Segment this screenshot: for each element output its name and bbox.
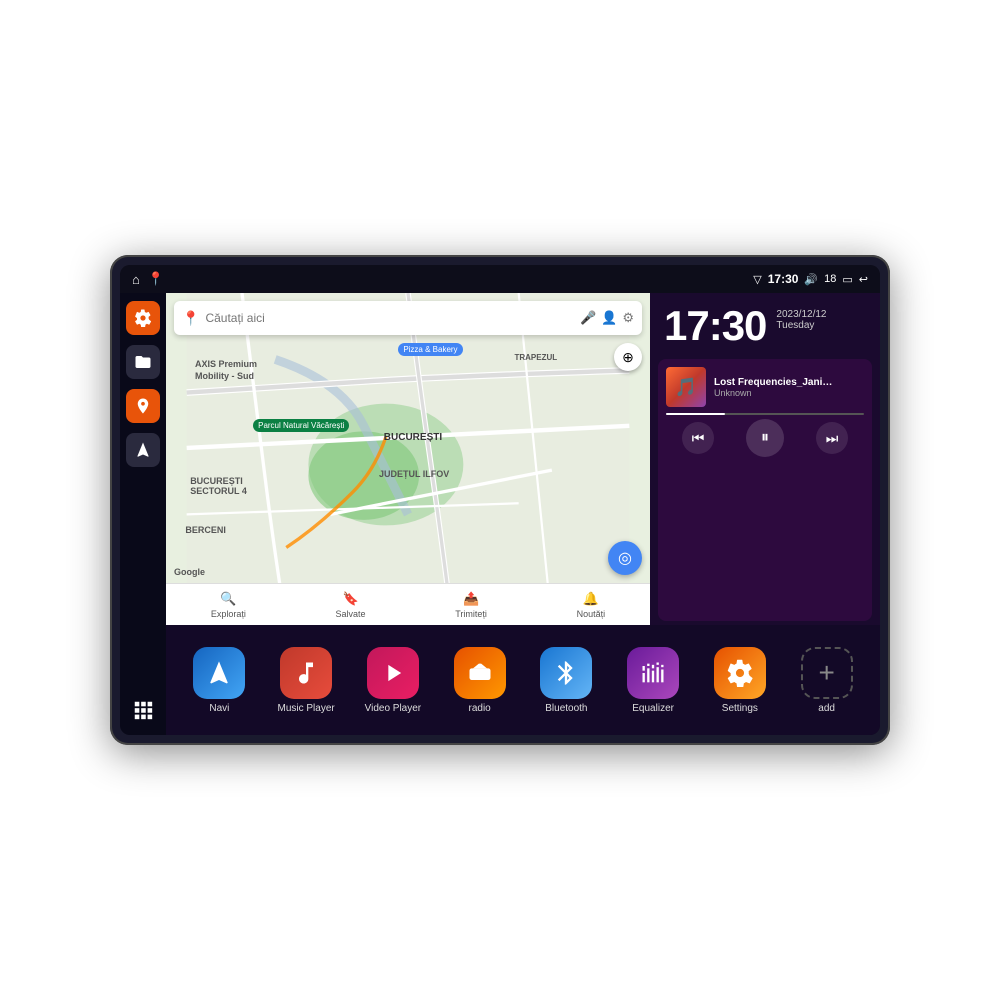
map-search-bar[interactable]: 📍 🎤 👤 ⚙ [174,301,642,335]
top-row: AXIS PremiumMobility - Sud BUCUREȘTISECT… [166,293,880,625]
prev-btn[interactable]: ⏮ [682,422,714,454]
music-progress-bar [666,413,725,415]
user-icon[interactable]: 👤 [601,310,617,326]
battery-icon: ▭ [842,273,852,286]
music-title: Lost Frequencies_Janie... [714,377,834,388]
app-music-icon [280,647,332,699]
status-bar: ⌂ 📍 ▽ 17:30 🔊 18 ▭ ↩ [120,265,880,293]
map-nav-news[interactable]: 🔔 Noutăți [577,591,606,619]
device: ⌂ 📍 ▽ 17:30 🔊 18 ▭ ↩ [110,255,890,745]
settings-icon[interactable]: ⚙ [622,310,634,326]
next-btn[interactable]: ⏭ [816,422,848,454]
app-video[interactable]: Video Player [357,647,429,714]
map-bottom-bar: 🔍 Explorați 🔖 Salvate 📤 Trimiteți [166,583,650,625]
app-equalizer[interactable]: Equalizer [617,647,689,714]
app-bluetooth[interactable]: Bluetooth [530,647,602,714]
music-controls: ⏮ ⏸ ⏭ [666,419,864,457]
left-sidebar [120,293,166,735]
map-location-btn[interactable]: ◎ [608,541,642,575]
sidebar-settings-btn[interactable] [126,301,160,335]
app-equalizer-icon [627,647,679,699]
wifi-icon: ▽ [753,273,761,286]
music-top: 🎵 Lost Frequencies_Janie... Unknown [666,367,864,407]
app-add[interactable]: + add [791,647,863,714]
main-content: AXIS PremiumMobility - Sud BUCUREȘTISECT… [120,293,880,735]
app-video-icon [367,647,419,699]
map-container[interactable]: AXIS PremiumMobility - Sud BUCUREȘTISECT… [166,293,650,625]
app-settings-label: Settings [722,703,758,714]
home-icon[interactable]: ⌂ [132,272,140,287]
clock-date: 2023/12/12 Tuesday [776,305,826,331]
app-equalizer-label: Equalizer [632,703,674,714]
back-icon[interactable]: ↩ [859,273,868,286]
right-panel: 17:30 2023/12/12 Tuesday 🎵 Lost [650,293,880,625]
mic-icon[interactable]: 🎤 [580,310,596,326]
sidebar-grid-btn[interactable] [126,693,160,727]
maps-status-icon[interactable]: 📍 [148,271,164,287]
sidebar-nav-btn[interactable] [126,433,160,467]
clock-section: 17:30 2023/12/12 Tuesday [650,293,880,355]
play-pause-btn[interactable]: ⏸ [746,419,784,457]
map-compass-btn[interactable]: ⊕ [614,343,642,371]
google-maps-icon: 📍 [182,310,199,327]
app-radio[interactable]: radio [444,647,516,714]
sidebar-map-btn[interactable] [126,389,160,423]
app-music-label: Music Player [278,703,335,714]
map-nav-saved[interactable]: 🔖 Salvate [336,591,366,619]
app-settings-icon [714,647,766,699]
music-artist: Unknown [714,388,864,398]
battery-level: 18 [824,273,836,285]
app-navi-label: Navi [209,703,229,714]
sidebar-files-btn[interactable] [126,345,160,379]
app-navi[interactable]: Navi [183,647,255,714]
app-radio-label: radio [469,703,491,714]
status-time: 17:30 [768,272,799,286]
app-bluetooth-label: Bluetooth [545,703,587,714]
clock-time: 17:30 [664,305,766,347]
map-pin-pizza[interactable]: Pizza & Bakery [398,343,462,356]
speaker-icon: 🔊 [804,273,818,286]
app-radio-icon [454,647,506,699]
music-section: 🎵 Lost Frequencies_Janie... Unknown [658,359,872,621]
app-settings[interactable]: Settings [704,647,776,714]
center-area: AXIS PremiumMobility - Sud BUCUREȘTISECT… [166,293,880,735]
music-info: Lost Frequencies_Janie... Unknown [714,377,864,398]
map-nav-explore[interactable]: 🔍 Explorați [211,591,246,619]
app-video-label: Video Player [365,703,422,714]
music-progress-track[interactable] [666,413,864,415]
map-nav-share[interactable]: 📤 Trimiteți [455,591,487,619]
app-add-label: add [818,703,835,714]
app-music[interactable]: Music Player [270,647,342,714]
album-art: 🎵 [666,367,706,407]
clock-date-value: 2023/12/12 [776,309,826,320]
app-navi-icon [193,647,245,699]
map-pin-parcul[interactable]: Parcul Natural Văcărești [253,419,349,432]
clock-day: Tuesday [776,320,826,331]
app-add-icon: + [801,647,853,699]
app-bluetooth-icon [540,647,592,699]
screen: ⌂ 📍 ▽ 17:30 🔊 18 ▭ ↩ [120,265,880,735]
map-search-input[interactable] [205,311,574,325]
app-grid: Navi Music Player Video Player [166,625,880,735]
google-logo: Google [174,567,205,577]
